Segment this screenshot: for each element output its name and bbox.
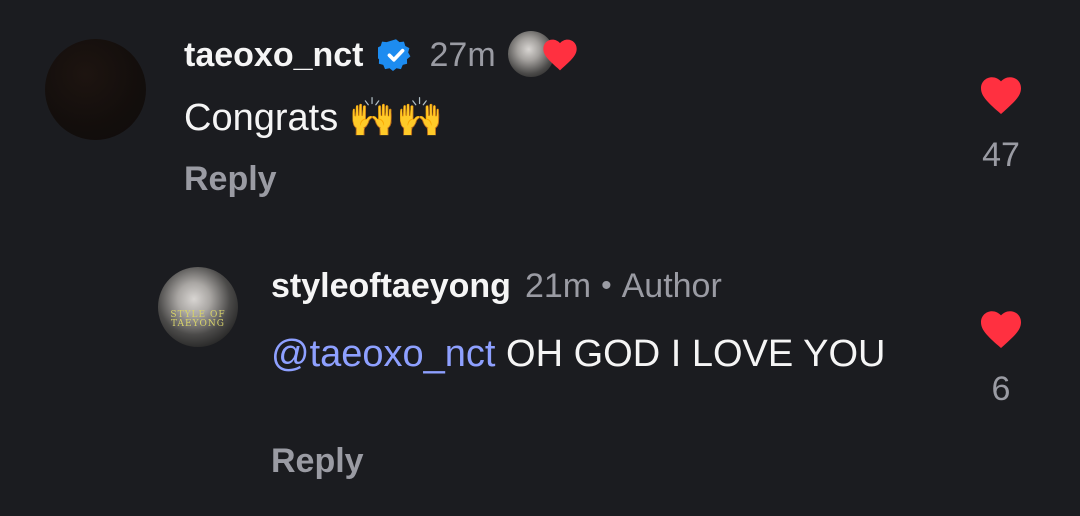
username[interactable]: taeoxo_nct: [184, 36, 364, 75]
avatar[interactable]: [45, 39, 146, 140]
timestamp: 27m: [429, 35, 496, 74]
separator-dot: •: [601, 269, 612, 302]
mention-link[interactable]: @taeoxo_nct: [271, 333, 496, 375]
reply-body: OH GOD I LOVE YOU: [495, 333, 886, 375]
reply-button[interactable]: Reply: [271, 442, 364, 481]
heart-icon[interactable]: [977, 306, 1025, 350]
timestamp: 21m: [524, 266, 592, 305]
comment-item: taeoxo_nct 27m Congrats 🙌🙌 Reply 47: [0, 0, 1080, 230]
reply-text: @taeoxo_nct OH GOD I LOVE YOU: [271, 330, 891, 378]
avatar-logo-text: STYLE OF TAEYONG: [170, 310, 226, 329]
comment-body: Congrats: [184, 97, 349, 139]
like-count[interactable]: 6: [971, 370, 1031, 409]
reply-item: STYLE OF TAEYONG styleoftaeyong 21m • Au…: [0, 250, 1080, 516]
comment-text: Congrats 🙌🙌: [184, 94, 443, 142]
author-badge: Author: [621, 266, 722, 305]
heart-icon[interactable]: [977, 72, 1025, 116]
username[interactable]: styleoftaeyong: [271, 267, 511, 306]
like-control: 6: [971, 306, 1031, 409]
reply-button[interactable]: Reply: [184, 160, 277, 199]
verified-badge-icon: [377, 39, 410, 72]
heart-icon: [542, 39, 577, 71]
like-count[interactable]: 47: [971, 136, 1031, 175]
liked-by-author-indicator: [507, 29, 586, 81]
raising-hands-emoji: 🙌🙌: [348, 97, 444, 139]
comment-header: taeoxo_nct 27m: [184, 31, 586, 77]
reply-header: styleoftaeyong 21m • Author: [271, 266, 722, 306]
avatar[interactable]: STYLE OF TAEYONG: [158, 267, 238, 347]
like-control: 47: [971, 72, 1031, 175]
